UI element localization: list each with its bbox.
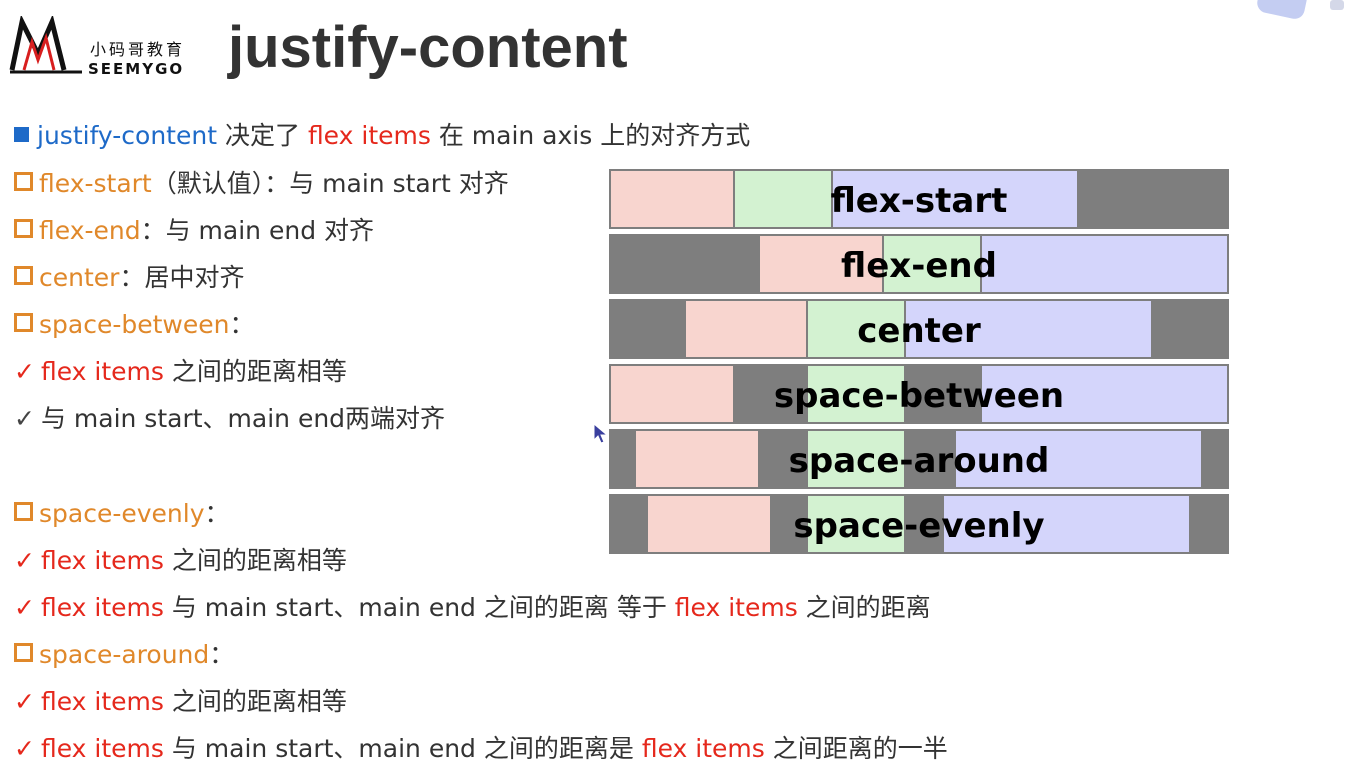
keyword: flex items (40, 687, 164, 716)
point-text: 之间的距离相等 (163, 546, 347, 575)
evenly-point-2: ✓ flex items 与 main start、main end 之间的距离 … (14, 588, 931, 624)
demo-row-center: center (609, 299, 1229, 359)
demo-row-space-between: space-between (609, 364, 1229, 424)
keyword: flex items (641, 734, 765, 763)
evenly-point-1: ✓ flex items 之间的距离相等 (14, 541, 347, 577)
justify-content-demo: flex-start flex-end center space-between… (609, 169, 1229, 559)
checkmark-icon: ✓ (14, 734, 35, 763)
demo-row-flex-end: flex-end (609, 234, 1229, 294)
logo-english-text: SEEMYGO (88, 60, 185, 78)
keyword: space-around (39, 640, 210, 669)
intro-line: justify-content 决定了 flex items 在 main ax… (14, 116, 750, 152)
hollow-square-bullet-icon (14, 643, 33, 662)
keyword: flex-start (39, 169, 152, 198)
point-text: 之间的距离 (797, 593, 931, 622)
list-item-space-around: space-around： (14, 635, 234, 671)
checkmark-icon: ✓ (14, 404, 35, 433)
keyword: space-evenly (39, 499, 205, 528)
hollow-square-bullet-icon (14, 219, 33, 238)
demo-row-label: flex-end (841, 246, 997, 286)
hollow-square-bullet-icon (14, 313, 33, 332)
hollow-square-bullet-icon (14, 502, 33, 521)
checkmark-icon: ✓ (14, 546, 35, 575)
point-text: 与 main start、main end 之间的距离 等于 (163, 593, 675, 622)
keyword: flex items (674, 593, 798, 622)
keyword-flex-items: flex items (307, 121, 431, 150)
between-point-2: ✓ 与 main start、main end两端对齐 (14, 399, 445, 435)
around-point-1: ✓ flex items 之间的距离相等 (14, 682, 347, 718)
logo-m-mark-icon (9, 16, 82, 74)
keyword: flex items (40, 593, 164, 622)
mouse-cursor-icon (593, 423, 609, 444)
corner-decoration-small (1330, 0, 1344, 10)
point-text: 之间的距离相等 (163, 687, 347, 716)
description: ： (204, 499, 230, 528)
description: ： (209, 640, 235, 669)
demo-row-space-evenly: space-evenly (609, 494, 1229, 554)
keyword-justify-content: justify-content (37, 121, 218, 150)
keyword: flex items (40, 734, 164, 763)
corner-decoration (1255, 0, 1309, 21)
keyword: flex-end (39, 216, 141, 245)
filled-square-bullet-icon (14, 127, 29, 142)
point-text: 与 main start、main end两端对齐 (40, 404, 446, 433)
around-point-2: ✓ flex items 与 main start、main end 之间的距离是… (14, 729, 948, 765)
description: ： (229, 310, 255, 339)
demo-row-flex-start: flex-start (609, 169, 1229, 229)
intro-text-1: 决定了 (217, 121, 308, 150)
description: （默认值）：与 main start 对齐 (151, 169, 509, 198)
seemygo-logo: 小码哥教育 SEEMYGO (8, 16, 198, 78)
point-text: 之间的距离相等 (163, 357, 347, 386)
list-item-flex-end: flex-end：与 main end 对齐 (14, 211, 374, 247)
keyword: space-between (39, 310, 230, 339)
demo-row-label: space-around (788, 441, 1050, 481)
point-text: 与 main start、main end 之间的距离是 (163, 734, 642, 763)
point-text: 之间距离的一半 (764, 734, 948, 763)
demo-row-label: flex-start (830, 181, 1008, 221)
list-item-flex-start: flex-start（默认值）：与 main start 对齐 (14, 164, 509, 200)
demo-row-space-around: space-around (609, 429, 1229, 489)
list-item-space-evenly: space-evenly： (14, 494, 230, 530)
demo-row-label: space-between (773, 376, 1065, 416)
checkmark-icon: ✓ (14, 357, 35, 386)
demo-row-label: center (857, 311, 981, 351)
list-item-space-between: space-between： (14, 305, 254, 341)
page-title: justify-content (228, 15, 628, 80)
checkmark-icon: ✓ (14, 687, 35, 716)
hollow-square-bullet-icon (14, 266, 33, 285)
demo-row-label: space-evenly (793, 506, 1045, 546)
description: ：居中对齐 (119, 263, 245, 292)
list-item-center: center：居中对齐 (14, 258, 244, 294)
between-point-1: ✓ flex items 之间的距离相等 (14, 352, 347, 388)
intro-text-2: 在 main axis 上的对齐方式 (430, 121, 751, 150)
keyword: flex items (40, 546, 164, 575)
checkmark-icon: ✓ (14, 593, 35, 622)
description: ：与 main end 对齐 (140, 216, 375, 245)
keyword: flex items (40, 357, 164, 386)
keyword: center (39, 263, 120, 292)
logo-chinese-text: 小码哥教育 (90, 40, 186, 59)
hollow-square-bullet-icon (14, 172, 33, 191)
